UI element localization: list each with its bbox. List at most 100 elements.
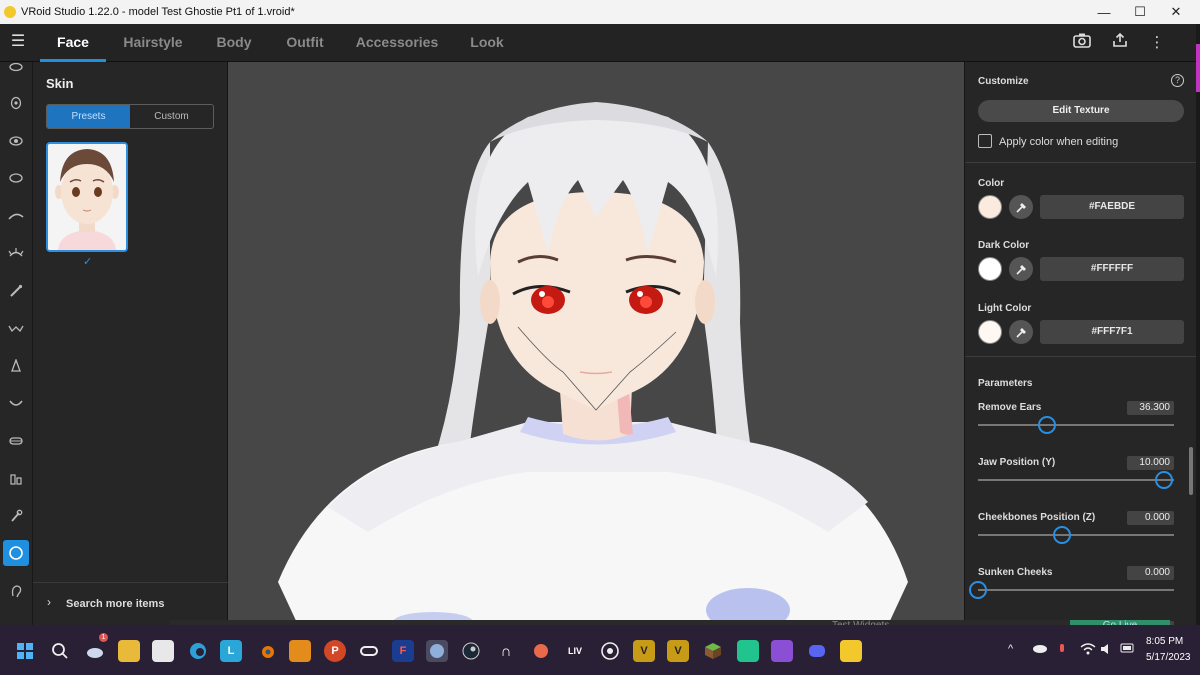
dark-color-label: Dark Color	[978, 240, 1030, 251]
presets-tab[interactable]: Presets	[47, 105, 130, 128]
parameter-value-field[interactable]: 36.300	[1127, 401, 1174, 415]
liv-icon[interactable]: LIV	[564, 640, 586, 662]
tray-chevron[interactable]: ^	[1008, 643, 1013, 655]
light-color-hex-field[interactable]: #FFF7F1	[1040, 320, 1184, 344]
dark-color-hex-field[interactable]: #FFFFFF	[1040, 257, 1184, 281]
eyelash-icon[interactable]	[3, 240, 29, 266]
eyedropper-icon[interactable]	[1009, 195, 1033, 219]
tab-look[interactable]: Look	[462, 24, 512, 62]
parameter-label: Remove Ears	[978, 402, 1042, 413]
panel-scrollbar[interactable]	[1189, 447, 1193, 495]
color-hex-field[interactable]: #FAEBDE	[1040, 195, 1184, 219]
hamburger-menu-icon[interactable]: ☰	[8, 32, 28, 52]
maximize-button[interactable]: ☐	[1122, 0, 1158, 24]
parameter-slider-track[interactable]	[978, 589, 1174, 591]
parameter-label: Sunken Cheeks	[978, 567, 1053, 578]
parameter-slider-track[interactable]	[978, 424, 1174, 426]
weather-widget-icon[interactable]	[84, 640, 106, 662]
eye-white-icon[interactable]	[3, 165, 29, 191]
main-header: ☰ Face Hairstyle Body Outfit Accessories…	[0, 24, 1196, 62]
nose-icon[interactable]	[3, 353, 29, 379]
window-title: VRoid Studio 1.22.0 - model Test Ghostie…	[21, 6, 295, 18]
dark-color-swatch[interactable]	[978, 257, 1002, 281]
battery-icon[interactable]	[1120, 643, 1136, 656]
export-icon[interactable]	[1109, 32, 1131, 54]
volume-icon[interactable]	[1100, 643, 1114, 658]
store-icon[interactable]	[152, 640, 174, 662]
parameter-value-field[interactable]: 0.000	[1127, 511, 1174, 525]
obs-icon[interactable]	[599, 640, 621, 662]
mouth-icon[interactable]	[3, 390, 29, 416]
preset-custom-toggle: Presets Custom	[46, 104, 214, 129]
vroid-studio-window: VRoid Studio 1.22.0 - model Test Ghostie…	[0, 0, 1200, 675]
red-circle-app-icon[interactable]	[530, 640, 552, 662]
apply-color-checkbox[interactable]	[978, 134, 992, 148]
iris-icon[interactable]	[3, 128, 29, 154]
parameter-slider-handle[interactable]	[1037, 416, 1056, 434]
tab-face[interactable]: Face	[40, 24, 106, 62]
edit-texture-button[interactable]: Edit Texture	[978, 100, 1184, 122]
eye-icon[interactable]	[3, 54, 29, 80]
tab-accessories[interactable]: Accessories	[352, 24, 442, 62]
microphone-icon[interactable]	[1057, 643, 1067, 660]
minecraft-icon[interactable]	[702, 640, 724, 662]
skin-preset-thumbnail[interactable]	[46, 142, 128, 252]
wifi-icon[interactable]	[1080, 643, 1096, 658]
custom-tab[interactable]: Custom	[130, 105, 213, 128]
minimize-button[interactable]: —	[1086, 0, 1122, 24]
face-outline-icon[interactable]	[3, 90, 29, 116]
vroid-studio-taskbar-icon[interactable]	[840, 640, 862, 662]
green-app-icon[interactable]	[737, 640, 759, 662]
search-icon[interactable]	[49, 640, 71, 662]
parameter-slider-handle[interactable]	[969, 581, 987, 599]
purple-app-icon[interactable]	[771, 640, 793, 662]
eyelid-icon[interactable]	[3, 315, 29, 341]
more-options-icon[interactable]: ⋮	[1146, 32, 1168, 54]
cloud-icon[interactable]	[1032, 643, 1048, 656]
ear-shape-icon[interactable]	[3, 578, 29, 604]
parameter-slider-track[interactable]	[978, 534, 1174, 536]
file-explorer-icon[interactable]	[118, 640, 140, 662]
help-icon[interactable]: ?	[1171, 74, 1184, 87]
tab-outfit[interactable]: Outfit	[278, 24, 332, 62]
close-button[interactable]: ✕	[1158, 0, 1194, 24]
section-divider	[965, 356, 1196, 357]
tab-hairstyle[interactable]: Hairstyle	[118, 24, 188, 62]
camera-icon[interactable]	[1071, 32, 1093, 54]
clock-time[interactable]: 8:05 PM	[1146, 636, 1183, 647]
vroid-taskbar-icon[interactable]	[426, 640, 448, 662]
eyeliner-icon[interactable]	[3, 278, 29, 304]
teeth-icon[interactable]	[3, 428, 29, 454]
parameter-value-field[interactable]: 0.000	[1127, 566, 1174, 580]
folder-app-icon[interactable]	[289, 640, 311, 662]
eyedropper-icon[interactable]	[1009, 320, 1033, 344]
parameter-slider-track[interactable]	[978, 479, 1174, 481]
light-color-swatch[interactable]	[978, 320, 1002, 344]
l-app-icon[interactable]: L	[220, 640, 242, 662]
color-swatch[interactable]	[978, 195, 1002, 219]
brush-icon[interactable]	[3, 503, 29, 529]
parameter-slider-handle[interactable]	[1052, 526, 1071, 544]
powerpoint-icon[interactable]: P	[324, 640, 346, 662]
ear-icon[interactable]	[3, 465, 29, 491]
parameter-value-field[interactable]: 10.000	[1127, 456, 1174, 470]
skin-icon[interactable]	[3, 540, 29, 566]
parameter-slider-handle[interactable]	[1155, 471, 1173, 489]
edge-icon[interactable]	[187, 640, 209, 662]
discord-icon[interactable]	[806, 640, 828, 662]
steam-icon[interactable]	[460, 640, 482, 662]
blender-icon[interactable]	[256, 640, 278, 662]
search-more-items[interactable]: › Search more items	[33, 582, 228, 625]
start-icon[interactable]	[14, 640, 36, 662]
3d-viewport[interactable]	[228, 62, 964, 625]
customize-title: Customize	[978, 76, 1029, 87]
notion-like-icon[interactable]: ∩	[495, 640, 517, 662]
clock-date[interactable]: 5/17/2023	[1146, 652, 1191, 663]
eyebrow-icon[interactable]	[3, 203, 29, 229]
fl-app-icon[interactable]: F	[392, 640, 414, 662]
oculus-icon[interactable]	[358, 640, 380, 662]
v-app-icon[interactable]: V	[633, 640, 655, 662]
tab-body[interactable]: Body	[208, 24, 260, 62]
v-app-icon-2[interactable]: V	[667, 640, 689, 662]
eyedropper-icon[interactable]	[1009, 257, 1033, 281]
